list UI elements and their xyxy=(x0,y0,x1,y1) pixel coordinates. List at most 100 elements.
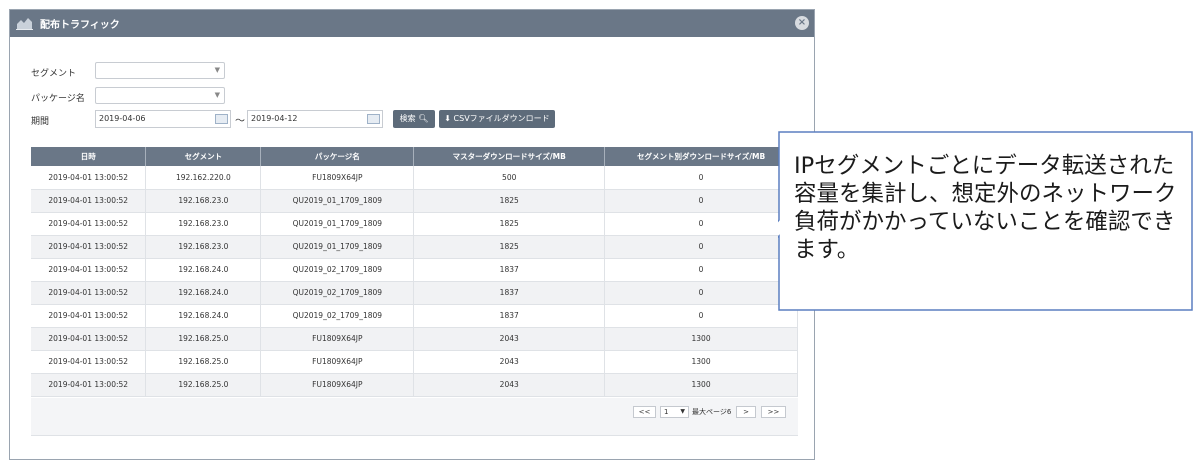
cell-segment: 192.168.23.0 xyxy=(145,212,262,236)
cell-datetime: 2019-04-01 13:00:52 xyxy=(31,327,147,351)
cell-package: QU2019_01_1709_1809 xyxy=(260,235,415,259)
traffic-table: 日時 セグメント パッケージ名 マスターダウンロードサイズ/MB セグメント別ダ… xyxy=(31,147,798,397)
cell-package: QU2019_01_1709_1809 xyxy=(260,212,415,236)
column-header-master-size[interactable]: マスターダウンロードサイズ/MB xyxy=(413,147,606,166)
close-icon[interactable]: × xyxy=(795,16,809,30)
date-from-value: 2019-04-06 xyxy=(99,114,146,123)
date-to-value: 2019-04-12 xyxy=(251,114,298,123)
cell-segment-size: 0 xyxy=(604,166,798,190)
first-page-button[interactable]: << xyxy=(633,406,656,418)
cell-datetime: 2019-04-01 13:00:52 xyxy=(31,189,147,213)
column-header-package[interactable]: パッケージ名 xyxy=(260,147,415,166)
cell-package: FU1809X64JP xyxy=(260,166,415,190)
segment-select[interactable]: ▼ xyxy=(95,62,225,79)
search-button[interactable]: 検索 🔍︎ xyxy=(393,110,435,128)
cell-segment-size: 0 xyxy=(604,258,798,282)
cell-master-size: 2043 xyxy=(413,350,606,374)
cell-datetime: 2019-04-01 13:00:52 xyxy=(31,166,147,190)
cell-master-size: 1837 xyxy=(413,281,606,305)
cell-segment-size: 1300 xyxy=(604,350,798,374)
cell-master-size: 2043 xyxy=(413,373,606,397)
table-row[interactable]: 2019-04-01 13:00:52 192.168.24.0 QU2019_… xyxy=(31,258,798,282)
column-header-datetime[interactable]: 日時 xyxy=(31,147,147,166)
period-label: 期間 xyxy=(31,117,50,127)
cell-master-size: 1825 xyxy=(413,235,606,259)
table-row[interactable]: 2019-04-01 13:00:52 192.168.23.0 QU2019_… xyxy=(31,189,798,213)
cell-datetime: 2019-04-01 13:00:52 xyxy=(31,258,147,282)
column-header-segment[interactable]: セグメント xyxy=(145,147,262,166)
cell-segment: 192.168.23.0 xyxy=(145,189,262,213)
table-row[interactable]: 2019-04-01 13:00:52 192.168.24.0 QU2019_… xyxy=(31,281,798,305)
window-title: 配布トラフィック xyxy=(40,20,120,31)
column-header-segment-size[interactable]: セグメント別ダウンロードサイズ/MB xyxy=(604,147,798,166)
table-header-row: 日時 セグメント パッケージ名 マスターダウンロードサイズ/MB セグメント別ダ… xyxy=(31,147,798,166)
cell-package: QU2019_02_1709_1809 xyxy=(260,281,415,305)
cell-datetime: 2019-04-01 13:00:52 xyxy=(31,235,147,259)
cell-master-size: 1837 xyxy=(413,304,606,328)
chevron-down-icon: ▼ xyxy=(214,91,220,99)
cell-segment: 192.168.24.0 xyxy=(145,258,262,282)
table-row[interactable]: 2019-04-01 13:00:52 192.168.23.0 QU2019_… xyxy=(31,212,798,236)
cell-segment: 192.168.25.0 xyxy=(145,350,262,374)
table-row[interactable]: 2019-04-01 13:00:52 192.168.24.0 QU2019_… xyxy=(31,304,798,328)
cell-segment: 192.168.24.0 xyxy=(145,281,262,305)
cell-segment-size: 1300 xyxy=(604,373,798,397)
range-separator: 〜 xyxy=(235,116,245,127)
cell-master-size: 1837 xyxy=(413,258,606,282)
cell-datetime: 2019-04-01 13:00:52 xyxy=(31,304,147,328)
cell-package: QU2019_02_1709_1809 xyxy=(260,258,415,282)
cell-segment: 192.168.23.0 xyxy=(145,235,262,259)
package-label: パッケージ名 xyxy=(31,94,85,104)
chevron-down-icon: ▼ xyxy=(214,66,220,74)
search-button-label: 検索 xyxy=(399,114,416,123)
download-icon: ⬇ xyxy=(444,114,451,123)
window-titlebar: 配布トラフィック × xyxy=(10,10,814,37)
segment-label: セグメント xyxy=(31,69,77,79)
cell-datetime: 2019-04-01 13:00:52 xyxy=(31,212,147,236)
cell-segment-size: 0 xyxy=(604,304,798,328)
table-row[interactable]: 2019-04-01 13:00:52 192.168.23.0 QU2019_… xyxy=(31,235,798,259)
last-page-button[interactable]: >> xyxy=(761,406,786,418)
search-icon: 🔍︎ xyxy=(418,114,429,123)
cell-master-size: 1825 xyxy=(413,212,606,236)
cell-segment-size: 0 xyxy=(604,235,798,259)
csv-download-button[interactable]: ⬇ CSVファイルダウンロード xyxy=(439,110,555,128)
cell-master-size: 1825 xyxy=(413,189,606,213)
table-row[interactable]: 2019-04-01 13:00:52 192.168.25.0 FU1809X… xyxy=(31,373,798,397)
cell-master-size: 2043 xyxy=(413,327,606,351)
csv-download-label: CSVファイルダウンロード xyxy=(453,114,550,123)
table-row[interactable]: 2019-04-01 13:00:52 192.168.25.0 FU1809X… xyxy=(31,350,798,374)
area-chart-icon xyxy=(16,18,33,30)
calendar-icon[interactable] xyxy=(215,114,228,124)
cell-segment-size: 0 xyxy=(604,189,798,213)
pagination-bar: << 1 ▼ 最大ページ6 > >> xyxy=(31,398,798,436)
cell-segment-size: 0 xyxy=(604,281,798,305)
table-row[interactable]: 2019-04-01 13:00:52 192.162.220.0 FU1809… xyxy=(31,166,798,190)
date-to-input[interactable]: 2019-04-12 xyxy=(247,110,383,128)
cell-datetime: 2019-04-01 13:00:52 xyxy=(31,373,147,397)
package-select[interactable]: ▼ xyxy=(95,87,225,104)
page-select-value: 1 xyxy=(664,408,669,416)
cell-segment-size: 1300 xyxy=(604,327,798,351)
cell-package: QU2019_01_1709_1809 xyxy=(260,189,415,213)
cell-segment: 192.168.25.0 xyxy=(145,373,262,397)
cell-package: FU1809X64JP xyxy=(260,373,415,397)
next-page-button[interactable]: > xyxy=(736,406,756,418)
cell-master-size: 500 xyxy=(413,166,606,190)
cell-package: FU1809X64JP xyxy=(260,327,415,351)
traffic-window: 配布トラフィック × セグメント ▼ パッケージ名 ▼ 期間 2019-04-0… xyxy=(9,9,815,460)
cell-datetime: 2019-04-01 13:00:52 xyxy=(31,281,147,305)
cell-datetime: 2019-04-01 13:00:52 xyxy=(31,350,147,374)
date-from-input[interactable]: 2019-04-06 xyxy=(95,110,231,128)
cell-segment: 192.168.25.0 xyxy=(145,327,262,351)
max-pages-text: 最大ページ6 xyxy=(692,408,732,416)
cell-segment: 192.168.24.0 xyxy=(145,304,262,328)
chevron-down-icon: ▼ xyxy=(680,408,685,415)
cell-segment-size: 0 xyxy=(604,212,798,236)
cell-package: QU2019_02_1709_1809 xyxy=(260,304,415,328)
callout-text: IPセグメントごとにデータ転送された容量を集計し、想定外のネットワーク負荷がかか… xyxy=(794,153,1177,263)
table-row[interactable]: 2019-04-01 13:00:52 192.168.25.0 FU1809X… xyxy=(31,327,798,351)
calendar-icon[interactable] xyxy=(367,114,380,124)
cell-segment: 192.162.220.0 xyxy=(145,166,262,190)
page-select[interactable]: 1 ▼ xyxy=(660,406,689,418)
